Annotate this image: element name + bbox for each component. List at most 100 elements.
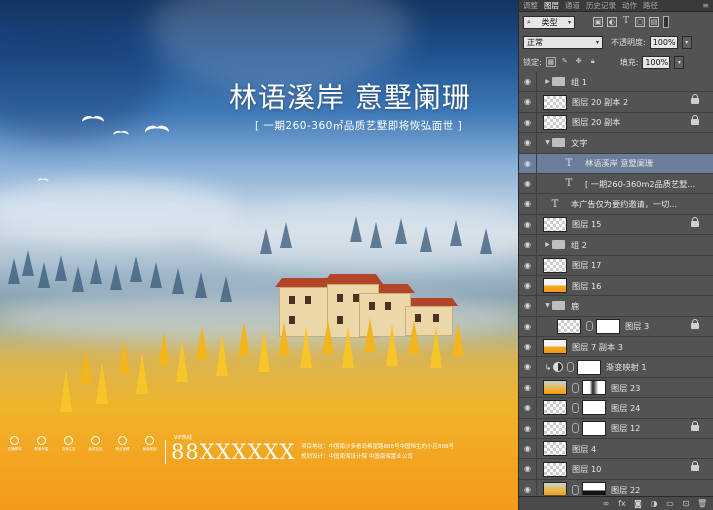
visibility-eye-icon[interactable]: ◉ <box>519 194 537 214</box>
expanded-arrow-icon[interactable]: ▼ <box>543 302 552 309</box>
layer-row[interactable]: ◉ 图层 16 <box>519 275 713 297</box>
filter-adjustment-icon[interactable]: ◐ <box>607 17 617 27</box>
filter-pixel-icon[interactable]: ▣ <box>593 17 603 27</box>
tab-layers[interactable]: 图层 <box>544 0 559 11</box>
visibility-eye-icon[interactable]: ◉ <box>519 357 537 377</box>
layer-row[interactable]: ◉ 图层 17 <box>519 255 713 276</box>
opacity-dropdown[interactable]: ▾ <box>681 35 692 49</box>
tab-adjustments[interactable]: 调整 <box>523 0 538 11</box>
visibility-eye-icon[interactable]: ◉ <box>519 418 537 439</box>
link-chain-icon[interactable] <box>572 402 579 413</box>
layer-row[interactable]: ◉ ▶ 组 2 <box>519 235 713 256</box>
layer-row[interactable]: ◉ 图层 24 <box>519 398 713 419</box>
link-chain-icon[interactable] <box>572 423 579 434</box>
visibility-eye-icon[interactable]: ◉ <box>519 133 537 153</box>
tab-paths[interactable]: 路径 <box>643 0 658 11</box>
layer-thumbnail[interactable] <box>543 380 567 396</box>
layer-thumbnail[interactable] <box>543 114 567 130</box>
layer-mask-thumbnail[interactable] <box>577 359 601 375</box>
filter-kind-select[interactable]: ⌕ 类型 ▾ <box>523 15 575 29</box>
layer-row[interactable]: ◉ 图层 3 <box>519 316 713 338</box>
lock-image-icon[interactable]: ✎ <box>560 57 570 67</box>
layer-row[interactable]: ◉ ▼ 鹿 <box>519 296 713 317</box>
layer-row[interactable]: ◉ 图层 23 <box>519 377 713 399</box>
layer-row[interactable]: ◉ T [ 一期260-360m2品质艺墅... <box>519 173 713 195</box>
layer-mask-thumbnail[interactable] <box>582 482 606 495</box>
link-chain-icon[interactable] <box>572 382 579 393</box>
visibility-eye-icon[interactable]: ◉ <box>519 92 537 112</box>
visibility-eye-icon[interactable]: ◉ <box>519 316 537 337</box>
tab-actions[interactable]: 动作 <box>622 0 637 11</box>
layer-thumbnail[interactable] <box>543 420 567 436</box>
filter-type-icon[interactable]: T <box>621 17 631 27</box>
tab-history[interactable]: 历史记录 <box>586 0 616 11</box>
visibility-eye-icon[interactable]: ◉ <box>519 377 537 398</box>
layer-mask-thumbnail[interactable] <box>596 318 620 334</box>
visibility-eye-icon[interactable]: ◉ <box>519 275 537 296</box>
filter-smartobject-icon[interactable]: ▤ <box>649 17 659 27</box>
filter-toggle-icon[interactable] <box>663 16 669 28</box>
layer-row[interactable]: ◉ 图层 12 <box>519 418 713 440</box>
panel-menu-icon[interactable]: ≡ <box>702 1 709 10</box>
tab-channels[interactable]: 通道 <box>565 0 580 11</box>
layer-mask-thumbnail[interactable] <box>582 400 606 416</box>
mask-icon[interactable]: ◙ <box>633 499 643 508</box>
visibility-eye-icon[interactable]: ◉ <box>519 398 537 418</box>
layer-row[interactable]: ◉ 图层 15 <box>519 214 713 236</box>
document-canvas[interactable]: 林语溪岸 意墅阑珊 [ 一期260-360㎡品质艺墅即将恢弘面世 ] 交通便利 … <box>0 0 518 510</box>
layer-row[interactable]: ◉ 图层 20 副本 <box>519 112 713 134</box>
fx-icon[interactable]: fx <box>617 499 627 508</box>
collapsed-arrow-icon[interactable]: ▶ <box>543 78 552 85</box>
layer-thumbnail[interactable] <box>543 461 567 477</box>
filter-shape-icon[interactable]: ▢ <box>635 17 645 27</box>
lock-all-icon[interactable]: 🔒︎ <box>588 57 598 67</box>
link-icon[interactable]: ∞ <box>601 499 611 508</box>
folder-icon[interactable]: ▭ <box>665 499 675 508</box>
layer-row[interactable]: ◉ T 本广告仅为要约邀请，一切... <box>519 194 713 215</box>
layer-thumbnail[interactable] <box>557 318 581 334</box>
layer-row[interactable]: ◉ 图层 20 副本 2 <box>519 92 713 113</box>
layer-row[interactable]: ◉ 图层 10 <box>519 459 713 480</box>
visibility-eye-icon[interactable]: ◉ <box>519 439 537 459</box>
new-layer-icon[interactable]: ⊡ <box>681 499 691 508</box>
layer-thumbnail[interactable] <box>543 441 567 457</box>
visibility-eye-icon[interactable]: ◉ <box>519 479 537 495</box>
visibility-eye-icon[interactable]: ◉ <box>519 153 537 173</box>
layer-row[interactable]: ◉ ↳ 渐变映射 1 <box>519 357 713 378</box>
lock-position-icon[interactable]: ✥ <box>574 57 584 67</box>
visibility-eye-icon[interactable]: ◉ <box>519 296 537 316</box>
link-chain-icon[interactable] <box>572 484 579 495</box>
layer-thumbnail[interactable] <box>543 94 567 110</box>
opacity-input[interactable]: 100% <box>649 35 678 49</box>
layer-mask-thumbnail[interactable] <box>582 380 606 396</box>
layer-thumbnail[interactable] <box>543 339 567 355</box>
link-chain-icon[interactable] <box>567 362 574 373</box>
layer-thumbnail[interactable] <box>543 278 567 294</box>
visibility-eye-icon[interactable]: ◉ <box>519 112 537 133</box>
layer-row[interactable]: ◉ ▼ 文字 <box>519 133 713 154</box>
lock-transparent-icon[interactable]: ▦ <box>545 57 556 67</box>
blend-mode-select[interactable]: 正常 ▾ <box>523 35 603 49</box>
layer-thumbnail[interactable] <box>543 400 567 416</box>
collapsed-arrow-icon[interactable]: ▶ <box>543 241 552 248</box>
visibility-eye-icon[interactable]: ◉ <box>519 337 537 357</box>
visibility-eye-icon[interactable]: ◉ <box>519 235 537 255</box>
layer-mask-thumbnail[interactable] <box>582 420 606 436</box>
layer-thumbnail[interactable] <box>543 482 567 495</box>
visibility-eye-icon[interactable]: ◉ <box>519 459 537 479</box>
layer-row[interactable]: ◉ T 林语溪岸 意墅阑珊 <box>519 153 713 174</box>
visibility-eye-icon[interactable]: ◉ <box>519 72 537 92</box>
layer-row[interactable]: ◉ 图层 4 <box>519 439 713 460</box>
layer-row[interactable]: ◉ ▶ 组 1 <box>519 72 713 93</box>
expanded-arrow-icon[interactable]: ▼ <box>543 139 552 146</box>
trash-icon[interactable]: 🗑︎ <box>697 499 707 508</box>
fill-dropdown[interactable]: ▾ <box>674 55 685 69</box>
visibility-eye-icon[interactable]: ◉ <box>519 255 537 275</box>
fill-input[interactable]: 100% <box>642 55 671 69</box>
adjustment-icon[interactable]: ◑ <box>649 499 659 508</box>
visibility-eye-icon[interactable]: ◉ <box>519 214 537 235</box>
layer-thumbnail[interactable] <box>543 257 567 273</box>
visibility-eye-icon[interactable]: ◉ <box>519 173 537 194</box>
layer-thumbnail[interactable] <box>543 216 567 232</box>
layer-row[interactable]: ◉ 图层 7 副本 3 <box>519 337 713 358</box>
